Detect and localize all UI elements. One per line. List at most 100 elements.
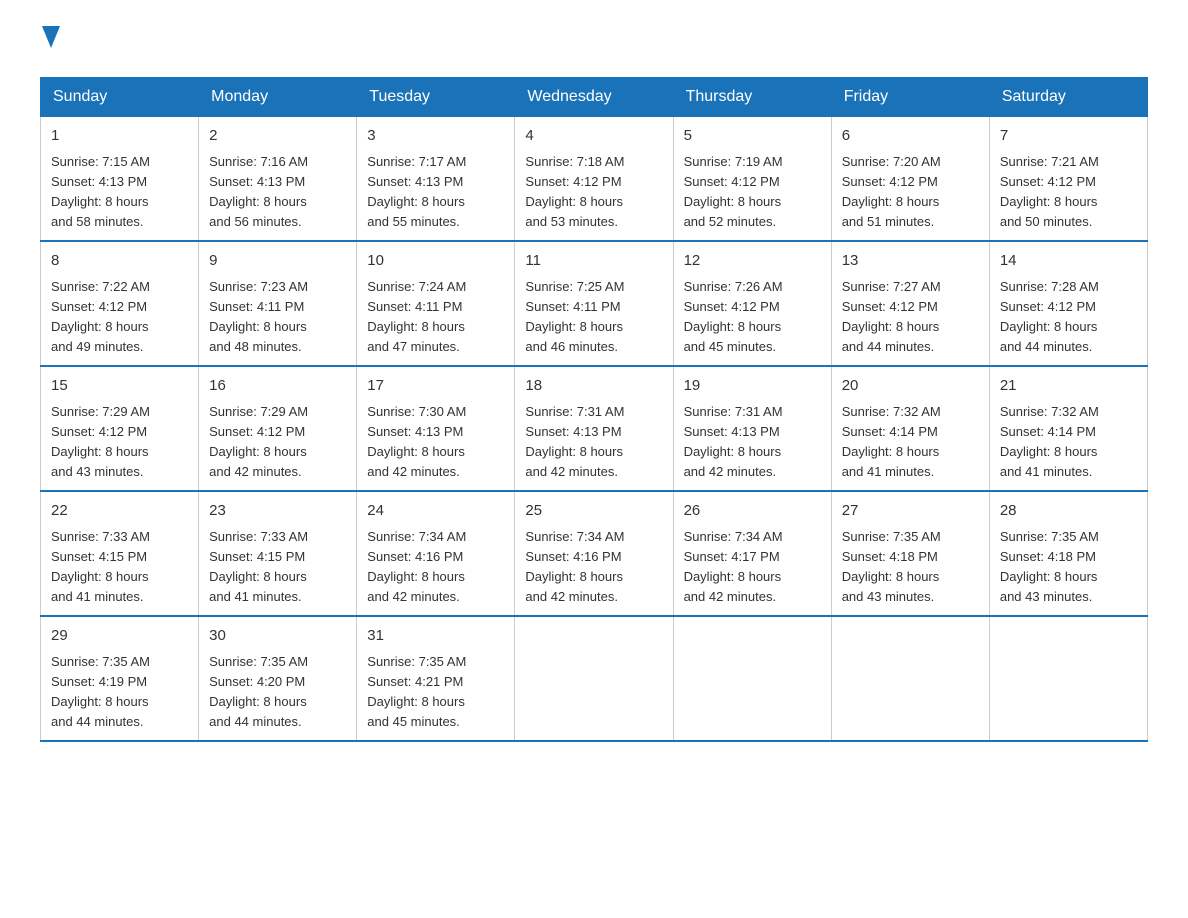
- calendar-cell: 27 Sunrise: 7:35 AMSunset: 4:18 PMDayligh…: [831, 491, 989, 616]
- calendar-cell: 31 Sunrise: 7:35 AMSunset: 4:21 PMDayligh…: [357, 616, 515, 741]
- day-info: Sunrise: 7:29 AMSunset: 4:12 PMDaylight:…: [51, 402, 188, 483]
- day-info: Sunrise: 7:33 AMSunset: 4:15 PMDaylight:…: [209, 527, 346, 608]
- day-info: Sunrise: 7:34 AMSunset: 4:16 PMDaylight:…: [525, 527, 662, 608]
- day-info: Sunrise: 7:18 AMSunset: 4:12 PMDaylight:…: [525, 152, 662, 233]
- day-number: 31: [367, 625, 504, 648]
- day-info: Sunrise: 7:35 AMSunset: 4:19 PMDaylight:…: [51, 652, 188, 733]
- day-info: Sunrise: 7:35 AMSunset: 4:18 PMDaylight:…: [842, 527, 979, 608]
- calendar-cell: 19 Sunrise: 7:31 AMSunset: 4:13 PMDayligh…: [673, 366, 831, 491]
- header-tuesday: Tuesday: [357, 78, 515, 117]
- calendar-cell: 12 Sunrise: 7:26 AMSunset: 4:12 PMDayligh…: [673, 241, 831, 366]
- day-number: 16: [209, 375, 346, 398]
- day-info: Sunrise: 7:25 AMSunset: 4:11 PMDaylight:…: [525, 277, 662, 358]
- day-info: Sunrise: 7:31 AMSunset: 4:13 PMDaylight:…: [684, 402, 821, 483]
- day-number: 8: [51, 250, 188, 273]
- page-header: [40, 30, 1148, 57]
- calendar-cell: 1 Sunrise: 7:15 AMSunset: 4:13 PMDaylight…: [41, 117, 199, 242]
- calendar-cell: 26 Sunrise: 7:34 AMSunset: 4:17 PMDayligh…: [673, 491, 831, 616]
- calendar-cell: 23 Sunrise: 7:33 AMSunset: 4:15 PMDayligh…: [199, 491, 357, 616]
- day-number: 22: [51, 500, 188, 523]
- calendar-week-row: 8 Sunrise: 7:22 AMSunset: 4:12 PMDaylight…: [41, 241, 1148, 366]
- calendar-cell: 4 Sunrise: 7:18 AMSunset: 4:12 PMDaylight…: [515, 117, 673, 242]
- day-info: Sunrise: 7:35 AMSunset: 4:21 PMDaylight:…: [367, 652, 504, 733]
- day-number: 3: [367, 125, 504, 148]
- day-number: 26: [684, 500, 821, 523]
- day-info: Sunrise: 7:33 AMSunset: 4:15 PMDaylight:…: [51, 527, 188, 608]
- calendar-cell: [515, 616, 673, 741]
- day-info: Sunrise: 7:15 AMSunset: 4:13 PMDaylight:…: [51, 152, 188, 233]
- calendar-cell: [673, 616, 831, 741]
- logo: [40, 30, 60, 57]
- day-number: 12: [684, 250, 821, 273]
- day-info: Sunrise: 7:31 AMSunset: 4:13 PMDaylight:…: [525, 402, 662, 483]
- day-number: 1: [51, 125, 188, 148]
- day-info: Sunrise: 7:16 AMSunset: 4:13 PMDaylight:…: [209, 152, 346, 233]
- logo-triangle-icon: [42, 26, 60, 48]
- calendar-cell: 3Sunrise: 7:17 AMSunset: 4:13 PMDaylight…: [357, 117, 515, 242]
- calendar-cell: 9 Sunrise: 7:23 AMSunset: 4:11 PMDaylight…: [199, 241, 357, 366]
- day-info: Sunrise: 7:28 AMSunset: 4:12 PMDaylight:…: [1000, 277, 1137, 358]
- calendar-cell: [989, 616, 1147, 741]
- day-info: Sunrise: 7:27 AMSunset: 4:12 PMDaylight:…: [842, 277, 979, 358]
- day-number: 5: [684, 125, 821, 148]
- day-number: 23: [209, 500, 346, 523]
- day-number: 13: [842, 250, 979, 273]
- day-number: 17: [367, 375, 504, 398]
- calendar-cell: 20Sunrise: 7:32 AMSunset: 4:14 PMDayligh…: [831, 366, 989, 491]
- header-wednesday: Wednesday: [515, 78, 673, 117]
- calendar-cell: 8 Sunrise: 7:22 AMSunset: 4:12 PMDaylight…: [41, 241, 199, 366]
- day-info: Sunrise: 7:23 AMSunset: 4:11 PMDaylight:…: [209, 277, 346, 358]
- calendar-cell: 18 Sunrise: 7:31 AMSunset: 4:13 PMDayligh…: [515, 366, 673, 491]
- day-number: 30: [209, 625, 346, 648]
- calendar-cell: 13 Sunrise: 7:27 AMSunset: 4:12 PMDayligh…: [831, 241, 989, 366]
- calendar-cell: 24 Sunrise: 7:34 AMSunset: 4:16 PMDayligh…: [357, 491, 515, 616]
- day-info: Sunrise: 7:32 AMSunset: 4:14 PMDaylight:…: [842, 402, 979, 483]
- day-number: 7: [1000, 125, 1137, 148]
- day-number: 10: [367, 250, 504, 273]
- day-number: 21: [1000, 375, 1137, 398]
- day-info: Sunrise: 7:35 AMSunset: 4:20 PMDaylight:…: [209, 652, 346, 733]
- day-number: 25: [525, 500, 662, 523]
- day-number: 27: [842, 500, 979, 523]
- calendar-cell: 30 Sunrise: 7:35 AMSunset: 4:20 PMDayligh…: [199, 616, 357, 741]
- calendar-week-row: 1 Sunrise: 7:15 AMSunset: 4:13 PMDaylight…: [41, 117, 1148, 242]
- day-info: Sunrise: 7:22 AMSunset: 4:12 PMDaylight:…: [51, 277, 188, 358]
- day-info: Sunrise: 7:35 AMSunset: 4:18 PMDaylight:…: [1000, 527, 1137, 608]
- calendar-cell: 2Sunrise: 7:16 AMSunset: 4:13 PMDaylight…: [199, 117, 357, 242]
- day-number: 15: [51, 375, 188, 398]
- day-number: 28: [1000, 500, 1137, 523]
- day-number: 24: [367, 500, 504, 523]
- calendar-cell: 14Sunrise: 7:28 AMSunset: 4:12 PMDayligh…: [989, 241, 1147, 366]
- day-number: 11: [525, 250, 662, 273]
- calendar-header-row: SundayMondayTuesdayWednesdayThursdayFrid…: [41, 78, 1148, 117]
- day-info: Sunrise: 7:34 AMSunset: 4:17 PMDaylight:…: [684, 527, 821, 608]
- calendar-cell: 11 Sunrise: 7:25 AMSunset: 4:11 PMDayligh…: [515, 241, 673, 366]
- calendar-week-row: 15 Sunrise: 7:29 AMSunset: 4:12 PMDayligh…: [41, 366, 1148, 491]
- day-number: 19: [684, 375, 821, 398]
- calendar-cell: 22 Sunrise: 7:33 AMSunset: 4:15 PMDayligh…: [41, 491, 199, 616]
- calendar-week-row: 22 Sunrise: 7:33 AMSunset: 4:15 PMDayligh…: [41, 491, 1148, 616]
- day-info: Sunrise: 7:29 AMSunset: 4:12 PMDaylight:…: [209, 402, 346, 483]
- calendar-table: SundayMondayTuesdayWednesdayThursdayFrid…: [40, 77, 1148, 742]
- calendar-cell: 15 Sunrise: 7:29 AMSunset: 4:12 PMDayligh…: [41, 366, 199, 491]
- day-number: 9: [209, 250, 346, 273]
- calendar-cell: 6Sunrise: 7:20 AMSunset: 4:12 PMDaylight…: [831, 117, 989, 242]
- calendar-cell: 5 Sunrise: 7:19 AMSunset: 4:12 PMDaylight…: [673, 117, 831, 242]
- day-info: Sunrise: 7:26 AMSunset: 4:12 PMDaylight:…: [684, 277, 821, 358]
- calendar-cell: 10 Sunrise: 7:24 AMSunset: 4:11 PMDayligh…: [357, 241, 515, 366]
- day-number: 18: [525, 375, 662, 398]
- day-info: Sunrise: 7:30 AMSunset: 4:13 PMDaylight:…: [367, 402, 504, 483]
- day-info: Sunrise: 7:34 AMSunset: 4:16 PMDaylight:…: [367, 527, 504, 608]
- day-info: Sunrise: 7:21 AMSunset: 4:12 PMDaylight:…: [1000, 152, 1137, 233]
- header-thursday: Thursday: [673, 78, 831, 117]
- calendar-cell: 17 Sunrise: 7:30 AMSunset: 4:13 PMDayligh…: [357, 366, 515, 491]
- calendar-cell: 7 Sunrise: 7:21 AMSunset: 4:12 PMDaylight…: [989, 117, 1147, 242]
- calendar-cell: 21 Sunrise: 7:32 AMSunset: 4:14 PMDayligh…: [989, 366, 1147, 491]
- day-info: Sunrise: 7:19 AMSunset: 4:12 PMDaylight:…: [684, 152, 821, 233]
- calendar-week-row: 29Sunrise: 7:35 AMSunset: 4:19 PMDayligh…: [41, 616, 1148, 741]
- day-info: Sunrise: 7:20 AMSunset: 4:12 PMDaylight:…: [842, 152, 979, 233]
- calendar-cell: 28 Sunrise: 7:35 AMSunset: 4:18 PMDayligh…: [989, 491, 1147, 616]
- day-number: 4: [525, 125, 662, 148]
- day-info: Sunrise: 7:32 AMSunset: 4:14 PMDaylight:…: [1000, 402, 1137, 483]
- day-info: Sunrise: 7:24 AMSunset: 4:11 PMDaylight:…: [367, 277, 504, 358]
